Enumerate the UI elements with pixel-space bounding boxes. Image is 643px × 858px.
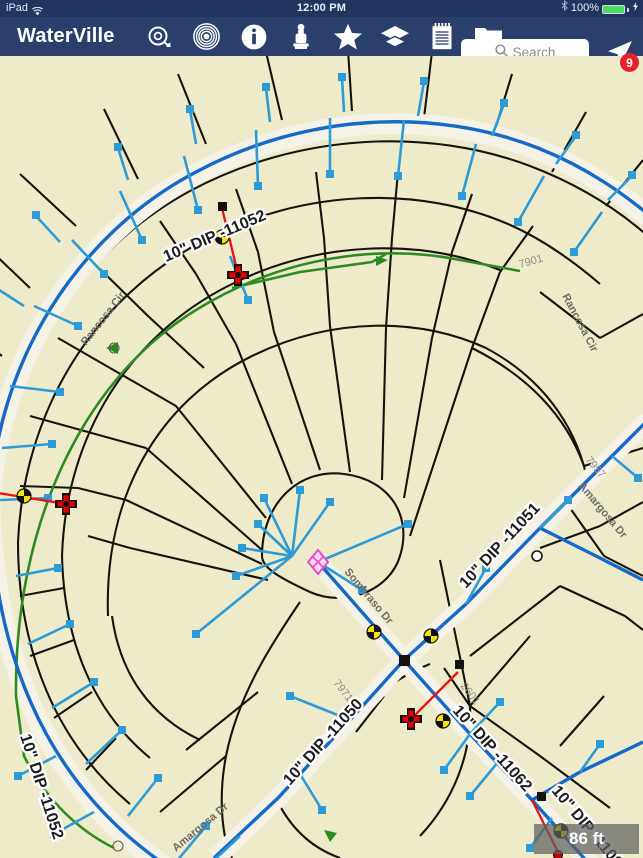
bluetooth-icon: [561, 0, 568, 17]
app-header: WaterVille Search: [0, 17, 643, 66]
map-scale-bar: 86 ft: [534, 824, 639, 854]
measure-tape-icon[interactable]: [145, 22, 175, 52]
page-title: WaterVille: [17, 25, 115, 47]
charging-bolt-icon: [633, 0, 638, 17]
status-right: 100%: [561, 0, 638, 17]
battery-icon: [602, 5, 625, 14]
map-svg: Rancosa Cir Rancosa Cir Amargosa Dr Amar…: [0, 56, 643, 858]
gis-map-canvas[interactable]: Rancosa Cir Rancosa Cir Amargosa Dr Amar…: [0, 56, 643, 858]
toolbar: [145, 22, 504, 52]
layers-stack-icon[interactable]: [380, 22, 410, 52]
notepad-icon[interactable]: [427, 22, 457, 52]
menu-badge-count: 9: [620, 53, 639, 72]
clock: 12:00 PM: [296, 2, 347, 14]
star-icon[interactable]: [333, 22, 363, 52]
battery-percent: 100%: [570, 2, 599, 14]
radar-target-icon[interactable]: [192, 22, 222, 52]
info-circle-icon[interactable]: [239, 22, 269, 52]
scale-value: 86 ft: [569, 829, 604, 848]
waterville-map-app: iPad 12:00 PM 100% WaterVille Search 9 R…: [0, 0, 643, 858]
ios-status-bar: iPad 12:00 PM 100%: [0, 0, 643, 17]
fire-hydrant-icon[interactable]: [286, 22, 316, 52]
